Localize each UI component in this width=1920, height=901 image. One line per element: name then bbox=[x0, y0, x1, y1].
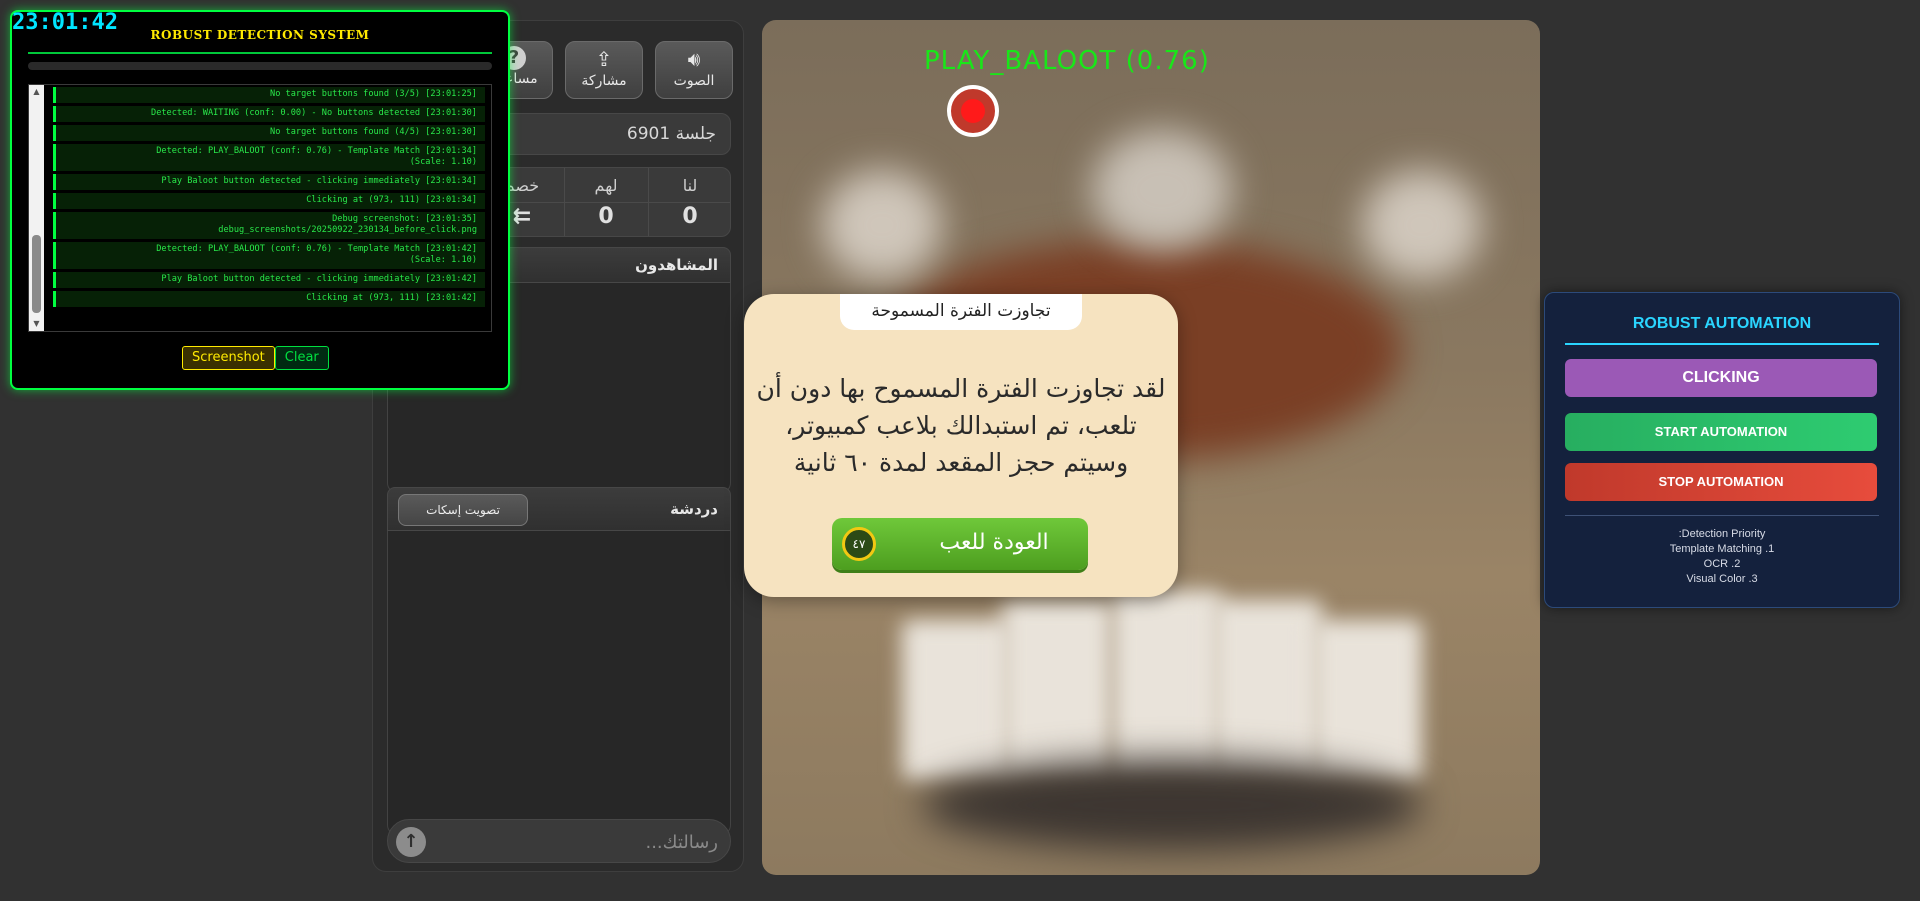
card-blur bbox=[1312, 620, 1422, 780]
log-entry: Debug screenshot: [23:01:35] debug_scree… bbox=[53, 212, 485, 239]
sound-label: الصوت bbox=[673, 73, 715, 89]
click-marker bbox=[947, 85, 999, 137]
message-composer: ↑ bbox=[387, 819, 731, 863]
chat-title: دردشة bbox=[670, 500, 718, 518]
mute-vote-button[interactable]: تصويت إسكات bbox=[398, 494, 528, 526]
card-blur bbox=[1212, 600, 1322, 780]
log-entry: Play Baloot button detected - clicking i… bbox=[53, 272, 485, 288]
dialog-title: تجاوزت الفترة المسموحة bbox=[840, 294, 1082, 330]
automation-divider-2 bbox=[1565, 515, 1879, 516]
return-to-play-button[interactable]: ٤٧ العودة للعب bbox=[832, 518, 1088, 570]
log-list: No target buttons found (3/5) [23:01:25]… bbox=[53, 87, 485, 310]
card-blur bbox=[902, 620, 1012, 780]
share-label: مشاركة bbox=[581, 73, 627, 89]
score-theirs-value: 0 bbox=[598, 204, 614, 229]
log-viewer: ▲ ▼ No target buttons found (3/5) [23:01… bbox=[28, 84, 492, 332]
clear-button[interactable]: Clear bbox=[274, 346, 329, 370]
scroll-up-icon[interactable]: ▲ bbox=[32, 87, 41, 97]
share-icon: ⇪ bbox=[595, 47, 613, 71]
board-blur-shape bbox=[1362, 170, 1482, 280]
log-scrollbar[interactable]: ▲ ▼ bbox=[29, 85, 44, 331]
score-theirs: لهم 0 bbox=[564, 168, 649, 236]
board-blur-shape bbox=[822, 170, 942, 280]
detection-priority: :Detection Priority Template Matching .1… bbox=[1545, 527, 1899, 587]
log-entry: Play Baloot button detected - clicking i… bbox=[53, 174, 485, 190]
automation-status: CLICKING bbox=[1565, 359, 1877, 397]
log-entry: Clicking at (973, 111) [23:01:34] bbox=[53, 193, 485, 209]
card-blur bbox=[1112, 590, 1222, 780]
log-entry: Detected: PLAY_BALOOT (conf: 0.76) - Tem… bbox=[53, 242, 485, 269]
board-blur-shape bbox=[1092, 130, 1232, 250]
automation-divider bbox=[1565, 343, 1879, 345]
score-ours: لنا 0 bbox=[648, 168, 732, 236]
score-theirs-label: لهم bbox=[594, 176, 618, 195]
screenshot-button[interactable]: Screenshot bbox=[182, 346, 275, 370]
priority-line: :Detection Priority bbox=[1678, 528, 1766, 540]
message-input[interactable] bbox=[444, 826, 720, 858]
timeout-dialog: تجاوزت الفترة المسموحة لقد تجاوزت الفترة… bbox=[744, 294, 1178, 597]
priority-line: Visual Color .3 bbox=[1686, 573, 1758, 585]
chat-header: دردشة تصويت إسكات bbox=[387, 487, 731, 531]
arrow-up-icon[interactable]: ↑ bbox=[396, 827, 426, 857]
board-blur-shape bbox=[922, 760, 1422, 850]
dialog-message: لقد تجاوزت الفترة المسموح بها دون أن تلع… bbox=[756, 374, 1166, 477]
progress-bar bbox=[28, 62, 492, 70]
score-ours-value: 0 bbox=[682, 204, 698, 229]
card-blur bbox=[1002, 600, 1112, 780]
log-entry: Detected: WAITING (conf: 0.00) - No butt… bbox=[53, 106, 485, 122]
scroll-down-icon[interactable]: ▼ bbox=[32, 319, 41, 329]
detection-panel: 23:01:42 ROBUST DETECTION SYSTEM ▲ ▼ No … bbox=[10, 10, 510, 390]
return-to-play-label: العودة للعب bbox=[939, 530, 1049, 555]
log-entry: Clicking at (973, 111) [23:01:42] bbox=[53, 291, 485, 307]
log-entry: Detected: PLAY_BALOOT (conf: 0.76) - Tem… bbox=[53, 144, 485, 171]
log-entry: No target buttons found (3/5) [23:01:25] bbox=[53, 87, 485, 103]
priority-line: Template Matching .1 bbox=[1669, 543, 1775, 555]
title-divider bbox=[28, 52, 492, 54]
speaker-icon: 🔊︎ bbox=[687, 47, 701, 71]
score-ours-label: لنا bbox=[682, 176, 698, 195]
start-automation-button[interactable]: START AUTOMATION bbox=[1565, 413, 1877, 451]
automation-title: ROBUST AUTOMATION bbox=[1632, 315, 1812, 332]
click-marker-dot bbox=[961, 99, 985, 123]
stop-automation-button[interactable]: STOP AUTOMATION bbox=[1565, 463, 1877, 501]
sound-button[interactable]: 🔊︎ الصوت bbox=[655, 41, 733, 99]
viewers-title: المشاهدون bbox=[635, 256, 718, 274]
priority-line: OCR .2 bbox=[1703, 558, 1741, 570]
chat-messages bbox=[387, 531, 731, 835]
detection-title: ROBUST DETECTION SYSTEM bbox=[150, 28, 370, 42]
session-label: جلسة 6901 bbox=[626, 124, 716, 144]
detection-actions: Screenshot Clear bbox=[182, 346, 329, 370]
log-entry: No target buttons found (4/5) [23:01:30] bbox=[53, 125, 485, 141]
detection-label: PLAY_BALOOT (0.76) bbox=[924, 46, 1210, 76]
share-button[interactable]: ⇪ مشاركة bbox=[565, 41, 643, 99]
automation-panel: ROBUST AUTOMATION CLICKING START AUTOMAT… bbox=[1544, 292, 1900, 608]
scroll-thumb[interactable] bbox=[32, 235, 41, 313]
countdown-timer: ٤٧ bbox=[842, 527, 876, 561]
